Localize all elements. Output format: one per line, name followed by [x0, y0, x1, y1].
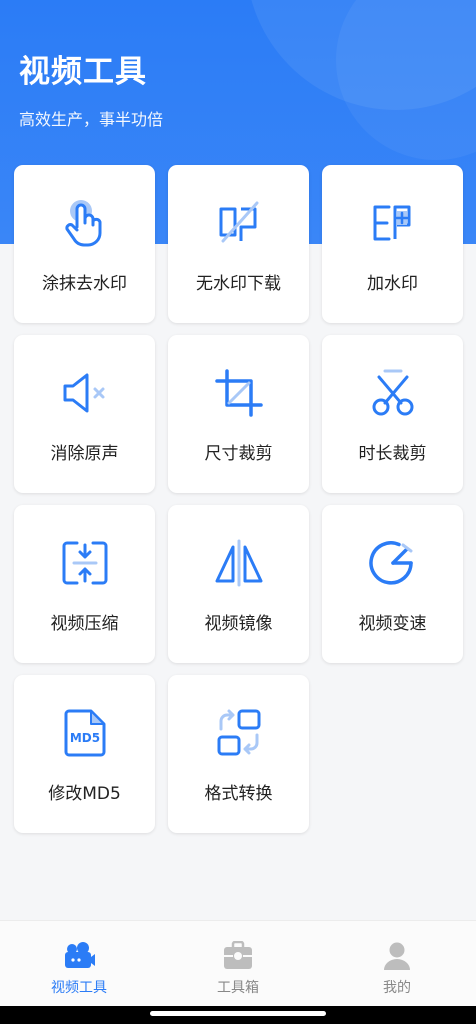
tool-label: 涂抹去水印: [42, 274, 127, 294]
tool-card-smear-remove-watermark[interactable]: 涂抹去水印: [14, 165, 155, 323]
tool-card-video-mirror[interactable]: 视频镜像: [168, 505, 309, 663]
tool-label: 加水印: [367, 274, 418, 294]
page-subtitle: 高效生产，事半功倍: [19, 110, 164, 129]
tool-label: 无水印下载: [196, 274, 281, 294]
tab-label: 视频工具: [51, 980, 107, 996]
tool-label: 消除原声: [50, 444, 119, 464]
tool-label: 格式转换: [204, 784, 273, 804]
toolbox-icon: [222, 941, 254, 971]
md5-file-icon: MD5: [59, 707, 111, 759]
tool-card-modify-md5[interactable]: MD5 修改MD5: [14, 675, 155, 833]
compress-icon: [59, 537, 111, 589]
crop-icon: [213, 367, 265, 419]
tool-card-remove-audio[interactable]: 消除原声: [14, 335, 155, 493]
tab-video-tools[interactable]: 视频工具: [19, 921, 139, 1007]
tool-label: 视频压缩: [50, 614, 119, 634]
tool-label: 视频变速: [358, 614, 427, 634]
speed-gauge-icon: [367, 537, 419, 589]
video-camera-icon: [63, 941, 95, 971]
no-watermark-icon: [213, 197, 265, 249]
tab-mine[interactable]: 我的: [337, 921, 457, 1007]
svg-text:MD5: MD5: [69, 731, 99, 745]
decorative-circle: [336, 0, 476, 160]
tool-card-no-watermark-download[interactable]: 无水印下载: [168, 165, 309, 323]
system-gesture-bar: [0, 1006, 476, 1024]
tool-card-duration-trim[interactable]: 时长裁剪: [322, 335, 463, 493]
tool-label: 修改MD5: [48, 784, 121, 804]
home-indicator[interactable]: [150, 1011, 326, 1016]
mute-icon: [59, 367, 111, 419]
scissors-icon: [367, 367, 419, 419]
tool-label: 尺寸裁剪: [204, 444, 273, 464]
tab-label: 我的: [383, 980, 411, 996]
tool-card-size-crop[interactable]: 尺寸裁剪: [168, 335, 309, 493]
tool-card-video-compress[interactable]: 视频压缩: [14, 505, 155, 663]
mirror-icon: [213, 537, 265, 589]
format-convert-icon: [213, 707, 265, 759]
tool-card-add-watermark[interactable]: 加水印: [322, 165, 463, 323]
screen: 视频工具 高效生产，事半功倍 涂抹去水印 无水印下载 加水印 消除原声 尺寸裁剪…: [0, 0, 476, 1024]
profile-icon: [381, 941, 413, 971]
tool-card-video-speed[interactable]: 视频变速: [322, 505, 463, 663]
tool-label: 视频镜像: [204, 614, 273, 634]
tool-card-format-convert[interactable]: 格式转换: [168, 675, 309, 833]
add-watermark-icon: [367, 197, 419, 249]
bottom-tab-bar: 视频工具 工具箱 我的: [0, 920, 476, 1006]
tab-label: 工具箱: [217, 980, 259, 996]
page-title: 视频工具: [19, 54, 147, 90]
tab-toolbox[interactable]: 工具箱: [178, 921, 298, 1007]
tap-finger-icon: [59, 197, 111, 249]
tool-label: 时长裁剪: [358, 444, 427, 464]
